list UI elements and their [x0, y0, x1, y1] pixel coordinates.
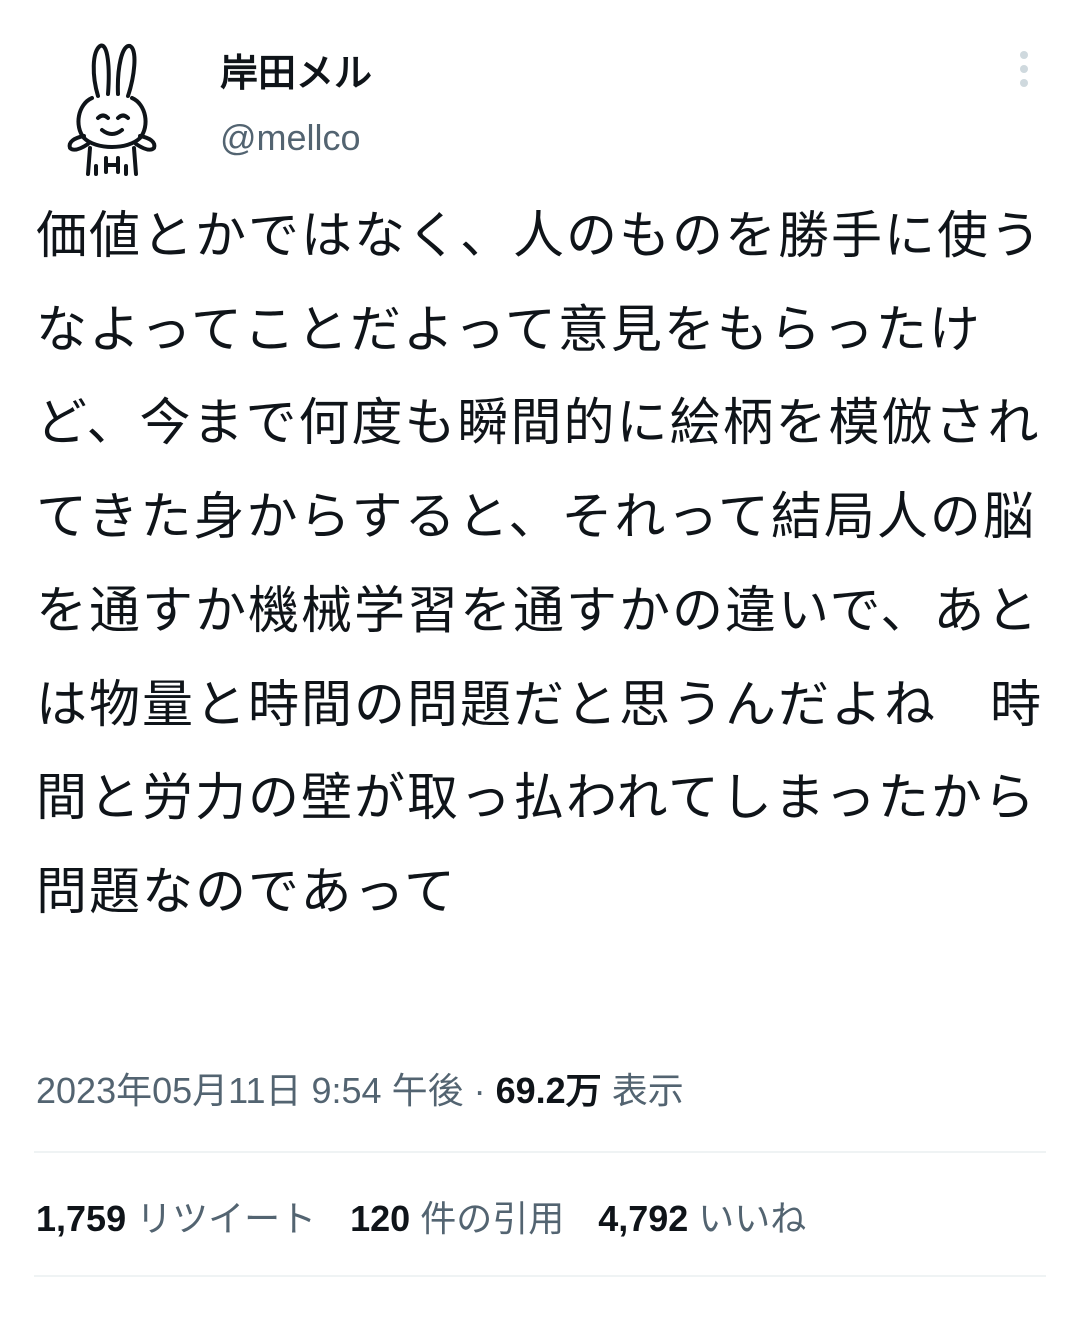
rabbit-doodle-avatar-icon [67, 43, 157, 176]
engagement-stats: 1,759 リツイート 120 件の引用 4,792 いいね [36, 1194, 840, 1244]
retweets-label: リツイート [136, 1198, 317, 1239]
likes-stat[interactable]: 4,792 いいね [598, 1194, 806, 1244]
quotes-label: 件の引用 [420, 1198, 565, 1239]
tweet-text: 価値とかではなく、人のものを勝手に使うなよってことだよって意見をもらったけど、今… [36, 207, 1044, 922]
quotes-stat[interactable]: 120 件の引用 [350, 1194, 564, 1244]
tweet-timestamp[interactable]: 2023年05月11日 9:54 午後 [36, 1070, 464, 1111]
display-name[interactable]: 岸田メル [220, 50, 372, 96]
likes-count: 4,792 [598, 1198, 689, 1239]
likes-label: いいね [698, 1198, 807, 1239]
user-handle[interactable]: @mellco [220, 116, 361, 160]
tweet-meta: 2023年05月11日 9:54 午後 · 69.2万 表示 [36, 1066, 684, 1116]
more-options-icon[interactable] [1004, 46, 1044, 92]
avatar[interactable] [62, 38, 162, 178]
divider-bottom [34, 1275, 1046, 1277]
views-count: 69.2万 [495, 1070, 602, 1111]
quotes-count: 120 [350, 1198, 411, 1239]
retweets-count: 1,759 [36, 1198, 127, 1239]
views-label: 表示 [611, 1070, 684, 1111]
meta-separator: · [473, 1070, 486, 1111]
divider-top [34, 1151, 1046, 1153]
retweets-stat[interactable]: 1,759 リツイート [36, 1194, 316, 1244]
